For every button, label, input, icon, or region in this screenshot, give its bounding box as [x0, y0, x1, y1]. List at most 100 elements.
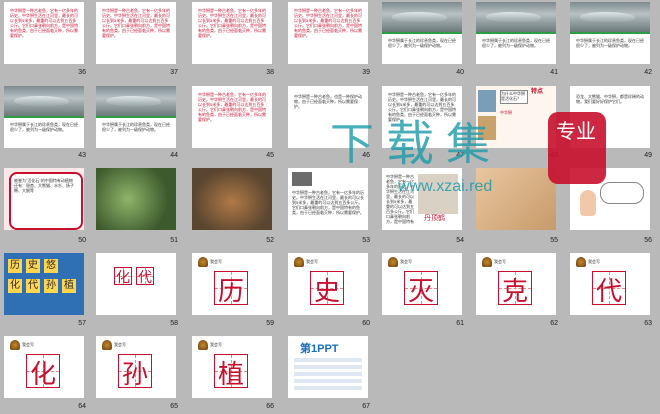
slide-thumb-47[interactable]: 中华鲟是一种古老鱼，它有一亿多年的历史。中华鲟生活在江河里，最长的可以长到5米多…	[382, 86, 462, 148]
slide-thumb-50[interactable]: 被誉为"活化石"的中国特有动植物还有：银杏、大熊猫、水杉、扬子鳄、大鲵等	[4, 168, 84, 230]
slide-thumb-40[interactable]: 中华鲟属于长江的珍贵鱼类，现在已经很少了，被列为一级保护动物。	[382, 2, 462, 64]
sturgeon-image	[4, 86, 84, 116]
slide-number: 39	[362, 69, 370, 76]
slide-thumb-65[interactable]: 我会写 孙	[96, 336, 176, 398]
slide-thumb-39[interactable]: 中华鲟是一种古老鱼，它有一亿多年的历史。中华鲟生活在江河里，最长的可以长到5米多…	[288, 2, 368, 64]
slide-text: 中华鲟是一种古老鱼，它有一亿多年的历史。中华鲟生活在江河里，最长的可以长到5米多…	[102, 8, 170, 38]
slide-number: 66	[266, 403, 274, 410]
slide-thumb-66[interactable]: 我会写 植	[192, 336, 272, 398]
slide-thumb-36[interactable]: 中华鲟是一种古老鱼，它有一亿多年的历史。中华鲟生活在江河里，最长的可以长到5米多…	[4, 2, 84, 64]
slide-number: 58	[170, 320, 178, 327]
slide-thumb-54[interactable]: 中华鲟是一种古老鱼，它有一亿多年的历史。中华鲟生活在江河里，最长的可以长到5米多…	[382, 168, 462, 230]
bell-icon	[102, 340, 112, 350]
tag-label: 我会写	[400, 259, 412, 264]
bell-icon	[294, 257, 304, 267]
slide-thumb-57[interactable]: 历 史 悠 化 代 孙 植	[4, 253, 84, 315]
slide-text: 中华鲟属于长江的珍贵鱼类，现在已经很少了，被列为一级保护动物。	[102, 122, 170, 132]
slide-text: 中华鲟是一种古老鱼，它有一亿多年的历史。中华鲟生活在江河里，最长的可以长到5米多…	[294, 8, 362, 38]
cartoon-girl	[580, 190, 596, 216]
slide-number: 60	[362, 320, 370, 327]
char-tile: 植	[62, 279, 76, 293]
slide-number: 51	[170, 237, 178, 244]
char: 代	[138, 270, 152, 286]
slide-number: 62	[550, 320, 558, 327]
slide-number: 47	[456, 152, 464, 159]
bell-icon	[10, 340, 20, 350]
divider	[4, 116, 84, 118]
slide-number: 44	[170, 152, 178, 159]
char: 代	[596, 277, 623, 307]
slide-number: 40	[456, 69, 464, 76]
slide-thumb-51[interactable]	[96, 168, 176, 230]
bell-icon	[388, 257, 398, 267]
slide-text: 中华鲟是一种古老鱼，它有一亿多年的历史。中华鲟生活在江河里，最长的可以长到5米多…	[198, 92, 266, 122]
slide-thumb-46[interactable]: 中华鲟是一种古老鱼，也是一种保护动物，由于已经面临灭种，所以需要保护。	[288, 86, 368, 148]
char-tile: 化	[8, 279, 22, 293]
tag-label: 我会写	[210, 259, 222, 264]
slide-number: 45	[266, 152, 274, 159]
slide-text: 中华鲟是一种古老鱼，它有一亿多年的历史。中华鲟生活在江河里，最长的可以长到5米多…	[388, 92, 456, 122]
photo-thumb	[478, 90, 496, 112]
slide-number: 43	[78, 152, 86, 159]
divider	[570, 32, 650, 34]
tag-label: 我会写	[210, 342, 222, 347]
slide-thumb-48[interactable]: 为什么中华鲟是活化石？ 特点 中华鲟	[476, 86, 556, 148]
slide-text: 中华鲟是一种古老鱼，它有一亿多年的历史。中华鲟生活在江河里，最长的可以长到5米多…	[198, 8, 266, 38]
divider	[382, 32, 462, 34]
char: 灭	[408, 277, 435, 307]
slide-number: 54	[456, 237, 464, 244]
slide-thumb-63[interactable]: 我会写 代	[570, 253, 650, 315]
slide-thumb-64[interactable]: 我会写 化	[4, 336, 84, 398]
slide-text: 中华鲟属于长江的珍贵鱼类，现在已经很少了，被列为一级保护动物。	[482, 38, 550, 48]
slide-thumb-44[interactable]: 中华鲟属于长江的珍贵鱼类，现在已经很少了，被列为一级保护动物。	[96, 86, 176, 148]
slide-thumb-59[interactable]: 我会写 历	[192, 253, 272, 315]
slide-number: 55	[550, 237, 558, 244]
slide-thumb-67[interactable]: 第1PPT	[288, 336, 368, 398]
slide-thumb-55[interactable]	[476, 168, 556, 230]
bell-icon	[576, 257, 586, 267]
char: 化	[30, 360, 57, 390]
slide-thumb-45[interactable]: 中华鲟是一种古老鱼，它有一亿多年的历史。中华鲟生活在江河里，最长的可以长到5米多…	[192, 86, 272, 148]
crane-label: 丹顶鹤	[424, 215, 445, 222]
salamander-photo	[192, 168, 272, 230]
slide-thumb-58[interactable]: 化 代	[96, 253, 176, 315]
info-block	[294, 358, 362, 392]
slide-thumb-53[interactable]: 中华鲟是一种古老鱼，它有一亿多年的历史。中华鲟生活在江河里，最长的可以长到5米多…	[288, 168, 368, 230]
brand-logo: 第1PPT	[300, 343, 339, 355]
photo-thumb	[292, 172, 312, 186]
photo-thumb	[476, 168, 556, 230]
slide-text: 中华鲟是一种古老鱼，它有一亿多年的历史。中华鲟生活在江河里，最长的可以长到5米多…	[386, 174, 414, 224]
slide-thumb-37[interactable]: 中华鲟是一种古老鱼，它有一亿多年的历史。中华鲟生活在江河里，最长的可以长到5米多…	[96, 2, 176, 64]
slide-number: 37	[170, 69, 178, 76]
char-tile: 历	[8, 259, 22, 273]
slide-number: 41	[550, 69, 558, 76]
char: 历	[218, 277, 245, 307]
char: 孙	[122, 360, 149, 390]
photo-thumb	[478, 116, 496, 140]
slide-number: 61	[456, 320, 464, 327]
name-label: 中华鲟	[500, 110, 512, 115]
crane-photo	[418, 174, 458, 214]
slide-thumb-52[interactable]	[192, 168, 272, 230]
slide-text: 中华鲟是一种古老鱼，它有一亿多年的历史。中华鲟生活在江河里，最长的可以长到5米多…	[292, 190, 364, 215]
slide-thumb-42[interactable]: 中华鲟属于长江的珍贵鱼类，现在已经很少了，被列为一级保护动物。	[570, 2, 650, 64]
bell-icon	[198, 257, 208, 267]
slide-thumb-43[interactable]: 中华鲟属于长江的珍贵鱼类，现在已经很少了，被列为一级保护动物。	[4, 86, 84, 148]
char-tile: 悠	[44, 259, 58, 273]
sturgeon-image	[476, 2, 556, 32]
slide-thumb-41[interactable]: 中华鲟属于长江的珍贵鱼类，现在已经很少了，被列为一级保护动物。	[476, 2, 556, 64]
slide-number: 59	[266, 320, 274, 327]
slide-thumb-61[interactable]: 我会写 灭	[382, 253, 462, 315]
char-tile: 孙	[44, 279, 58, 293]
tag-label: 我会写	[588, 259, 600, 264]
slide-thumb-60[interactable]: 我会写 史	[288, 253, 368, 315]
slide-number: 53	[362, 237, 370, 244]
slide-text: 中华鲟属于长江的珍贵鱼类，现在已经很少了，被列为一级保护动物。	[576, 38, 644, 48]
slide-number: 64	[78, 403, 86, 410]
slide-thumb-38[interactable]: 中华鲟是一种古老鱼，它有一亿多年的历史。中华鲟生活在江河里，最长的可以长到5米多…	[192, 2, 272, 64]
slide-number: 63	[644, 320, 652, 327]
tag-label: 我会写	[22, 342, 34, 347]
sturgeon-image	[382, 2, 462, 32]
bell-icon	[198, 340, 208, 350]
slide-thumb-62[interactable]: 我会写 克	[476, 253, 556, 315]
